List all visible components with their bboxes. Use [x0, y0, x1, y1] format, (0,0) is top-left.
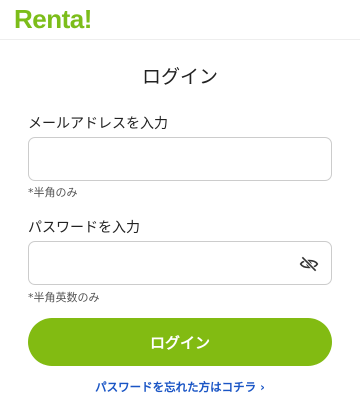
app-header: Renta!	[0, 0, 360, 40]
chevron-right-icon: ›	[260, 380, 265, 394]
forgot-password-label: パスワードを忘れた方はコチラ	[95, 380, 257, 394]
email-label: メールアドレスを入力	[28, 116, 168, 132]
page-title: ログイン	[141, 66, 218, 88]
renta-logo[interactable]: Renta!	[14, 4, 92, 34]
forgot-password-link[interactable]: パスワードを忘れた方はコチラ ›	[0, 379, 360, 395]
password-hint: *半角英数のみ	[28, 291, 100, 304]
eye-off-icon[interactable]	[299, 254, 319, 274]
password-label: パスワードを入力	[28, 220, 140, 236]
login-button[interactable]: ログイン	[28, 318, 332, 366]
password-field[interactable]	[29, 242, 331, 284]
email-hint: *半角のみ	[28, 186, 78, 199]
email-field[interactable]	[29, 138, 331, 180]
password-field-wrapper	[28, 241, 332, 285]
email-field-wrapper	[28, 137, 332, 181]
